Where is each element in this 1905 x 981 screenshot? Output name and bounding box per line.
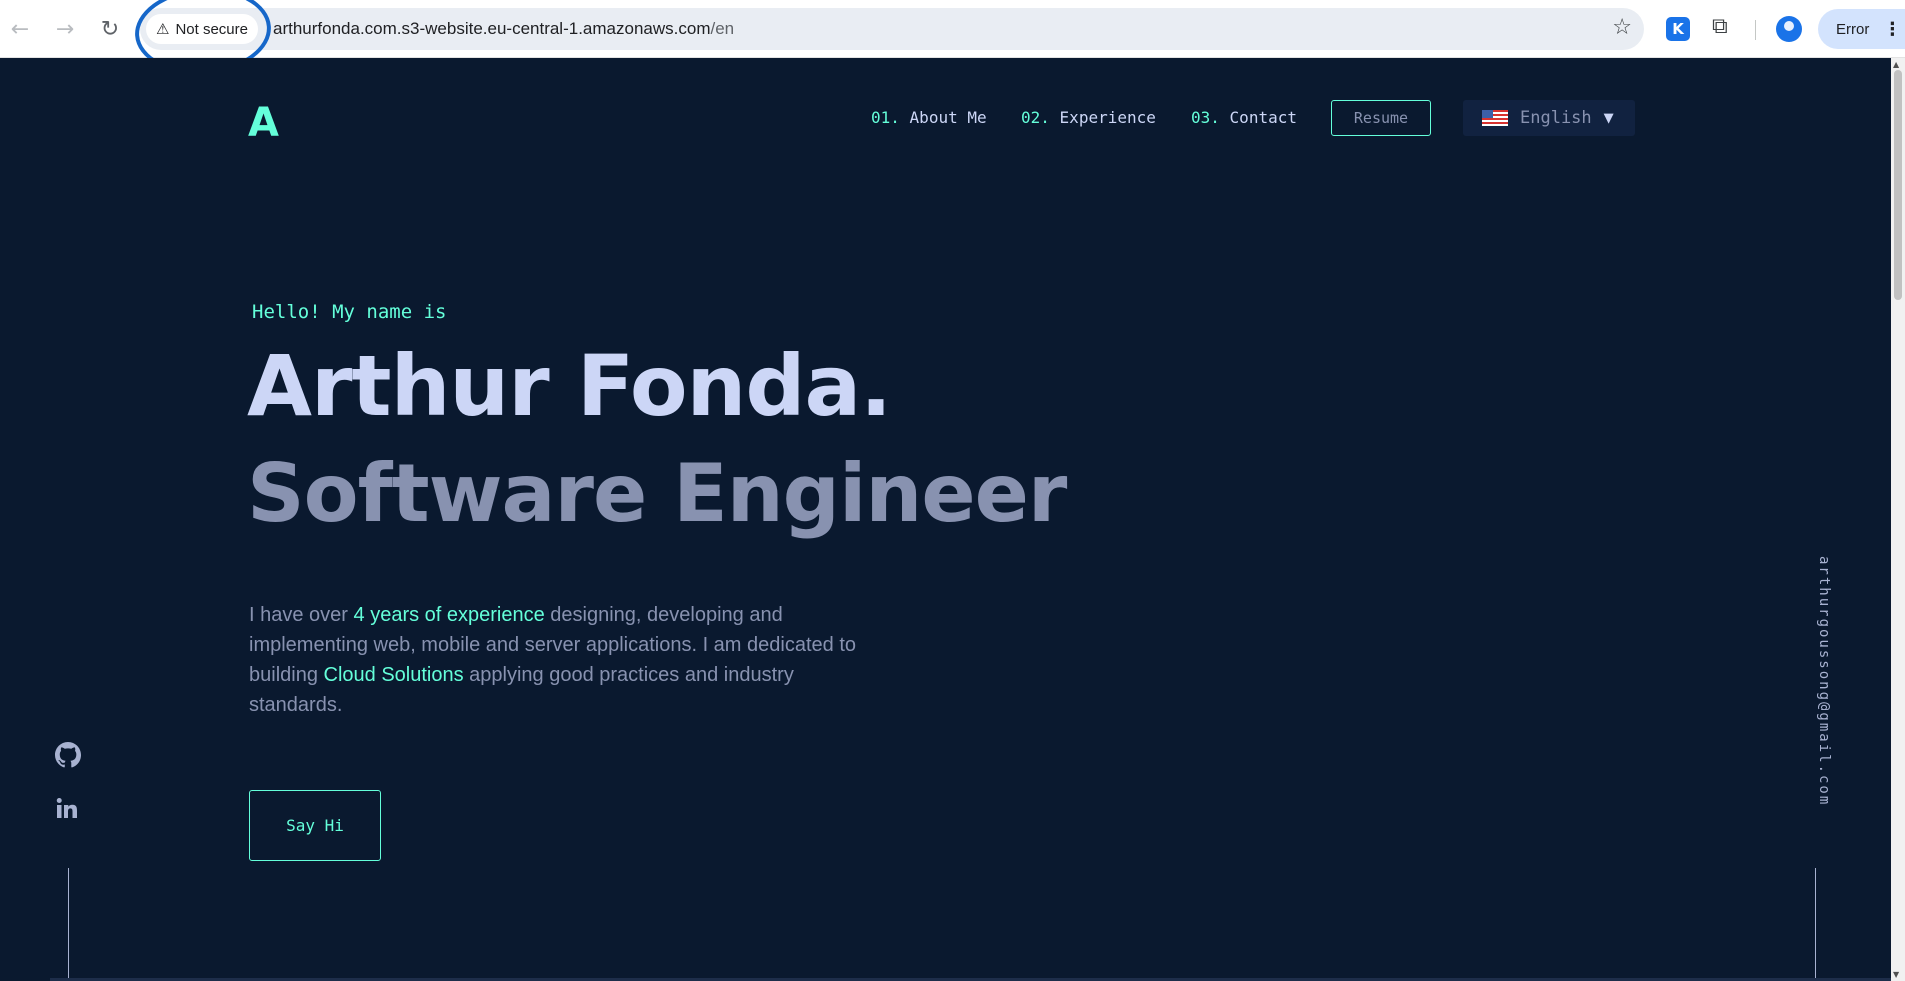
nav-number: 02. xyxy=(1021,108,1050,127)
right-vertical-line xyxy=(1815,868,1816,981)
language-label: English xyxy=(1520,108,1592,128)
language-selector[interactable]: English ▼ xyxy=(1463,100,1635,136)
github-icon[interactable] xyxy=(55,742,82,768)
hero-role: Software Engineer xyxy=(247,447,1067,540)
chevron-down-icon: ▼ xyxy=(1603,110,1614,126)
url-domain: arthurfonda.com.s3-website.eu-central-1.… xyxy=(273,19,711,38)
email-link[interactable]: arthurgoussong@gmail.com xyxy=(1816,556,1832,806)
left-vertical-line xyxy=(68,868,69,981)
profile-error-button[interactable]: Error ⋮ xyxy=(1818,9,1905,49)
nav-number: 01. xyxy=(871,108,900,127)
back-arrow-icon[interactable]: ← xyxy=(5,14,35,44)
nav-label: About Me xyxy=(909,108,987,127)
intro-highlight-experience: 4 years of experience xyxy=(353,604,545,626)
more-vert-icon[interactable]: ⋮ xyxy=(1883,19,1901,40)
nav-contact[interactable]: 03. Contact xyxy=(1191,108,1297,127)
hero-greeting: Hello! My name is xyxy=(252,301,447,323)
hero-name: Arthur Fonda. xyxy=(247,337,892,435)
url-path: /en xyxy=(710,19,735,38)
say-hi-button[interactable]: Say Hi xyxy=(249,790,381,861)
hero-intro: I have over 4 years of experience design… xyxy=(249,600,889,720)
extension-k-icon[interactable]: K xyxy=(1666,17,1690,41)
address-bar[interactable]: ⚠ Not secure arthurfonda.com.s3-website.… xyxy=(140,8,1644,50)
url-text[interactable]: arthurfonda.com.s3-website.eu-central-1.… xyxy=(273,19,734,39)
scroll-down-icon[interactable]: ▼ xyxy=(1893,970,1899,979)
nav-label: Experience xyxy=(1059,108,1156,127)
forward-arrow-icon[interactable]: → xyxy=(50,14,80,44)
scroll-up-icon[interactable]: ▲ xyxy=(1893,60,1899,69)
browser-toolbar: ← → ↻ ⚠ Not secure arthurfonda.com.s3-we… xyxy=(0,0,1905,79)
nav-about-me[interactable]: 01. About Me xyxy=(871,108,987,127)
page-content: A 01. About Me 02. Experience 03. Contac… xyxy=(0,58,1891,981)
nav-number: 03. xyxy=(1191,108,1220,127)
site-logo[interactable]: A xyxy=(248,100,279,146)
profile-icon[interactable] xyxy=(1776,16,1802,42)
resume-button[interactable]: Resume xyxy=(1331,100,1431,136)
profile-status: Error xyxy=(1836,20,1870,38)
nav-label: Contact xyxy=(1229,108,1297,127)
reload-icon[interactable]: ↻ xyxy=(95,14,125,44)
intro-highlight-cloud: Cloud Solutions xyxy=(323,664,464,686)
intro-text: I have over xyxy=(249,604,354,626)
linkedin-icon[interactable] xyxy=(55,796,81,822)
star-icon[interactable]: ☆ xyxy=(1612,15,1632,40)
scrollbar-thumb[interactable] xyxy=(1894,70,1902,300)
page-scrollbar[interactable]: ▲ ▼ xyxy=(1891,58,1905,981)
puzzle-icon[interactable]: ⧉ xyxy=(1712,14,1736,39)
nav-experience[interactable]: 02. Experience xyxy=(1021,108,1156,127)
toolbar-divider xyxy=(1755,20,1756,40)
us-flag-icon xyxy=(1482,110,1508,126)
